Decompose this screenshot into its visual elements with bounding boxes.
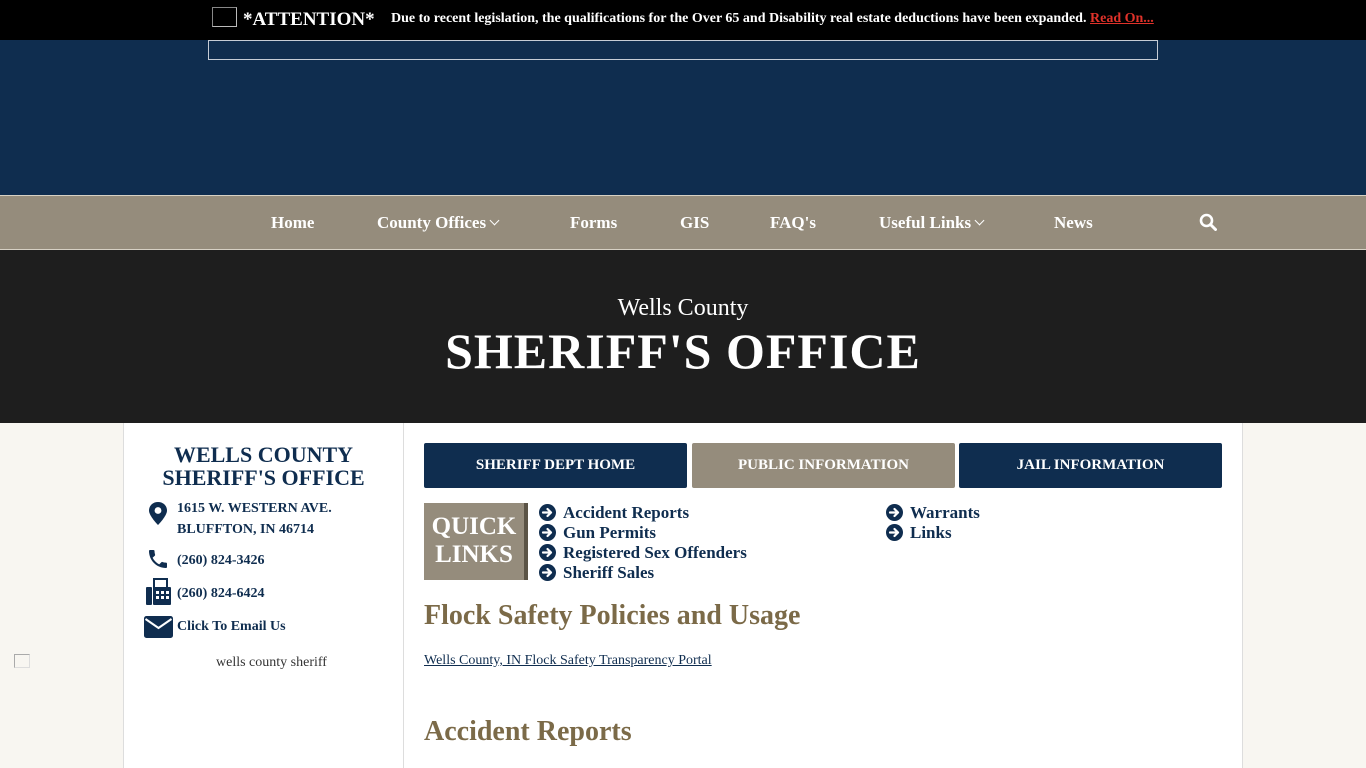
arrow-circle-right-icon	[539, 564, 556, 581]
nav-gis[interactable]: GIS	[680, 213, 709, 233]
quick-link-links[interactable]: Links	[886, 523, 952, 543]
envelope-icon	[144, 616, 173, 638]
arrow-circle-right-icon	[886, 524, 903, 541]
address: 1615 W. WESTERN AVE. BLUFFTON, IN 46714	[177, 501, 332, 537]
chevron-down-icon	[489, 215, 500, 226]
email-link[interactable]: Click To Email Us	[177, 616, 286, 637]
nav-faqs[interactable]: FAQ's	[770, 213, 816, 233]
attention-message: Due to recent legislation, the qualifica…	[391, 11, 1087, 26]
tab-public-information[interactable]: PUBLIC INFORMATION	[692, 443, 955, 488]
quick-link-gun-permits[interactable]: Gun Permits	[539, 523, 656, 543]
contact-sidebar: WELLS COUNTY SHERIFF'S OFFICE 1615 W. WE…	[123, 423, 404, 768]
map-marker-icon	[149, 502, 167, 525]
quick-link-registered-sex-offenders[interactable]: Registered Sex Offenders	[539, 543, 747, 563]
read-on-link[interactable]: Read On...	[1090, 11, 1154, 27]
hero-subtitle: Wells County	[617, 295, 749, 321]
nav-home[interactable]: Home	[271, 213, 314, 233]
quick-link-sheriff-sales[interactable]: Sheriff Sales	[539, 563, 654, 583]
sidebar-title: WELLS COUNTY SHERIFF'S OFFICE	[162, 442, 365, 490]
arrow-circle-right-icon	[886, 504, 903, 521]
page-hero: Wells County SHERIFF'S OFFICE	[0, 250, 1366, 423]
arrow-circle-right-icon	[539, 504, 556, 521]
arrow-circle-right-icon	[539, 544, 556, 561]
phone-icon	[149, 550, 167, 568]
quick-link-accident-reports[interactable]: Accident Reports	[539, 503, 689, 523]
header-banner	[0, 40, 1366, 195]
main-nav: Home County Offices Forms GIS FAQ's Usef…	[0, 195, 1366, 250]
banner-image	[208, 40, 1158, 60]
page-title: SHERIFF'S OFFICE	[445, 323, 921, 379]
nav-news[interactable]: News	[1054, 213, 1093, 233]
nav-forms[interactable]: Forms	[570, 213, 617, 233]
quick-link-warrants[interactable]: Warrants	[886, 503, 980, 523]
main-content: SHERIFF DEPT HOME PUBLIC INFORMATION JAI…	[404, 423, 1243, 768]
side-image	[14, 654, 30, 668]
section-title-accident-reports: Accident Reports	[424, 716, 632, 747]
section-title-flock-safety: Flock Safety Policies and Usage	[424, 600, 801, 631]
tab-jail-information[interactable]: JAIL INFORMATION	[959, 443, 1222, 488]
attention-image	[212, 7, 237, 27]
chevron-down-icon	[974, 215, 985, 226]
nav-county-offices[interactable]: County Offices	[377, 213, 500, 233]
phone-number[interactable]: (260) 824-3426	[177, 550, 265, 571]
nav-useful-links[interactable]: Useful Links	[879, 213, 985, 233]
flock-safety-portal-link[interactable]: Wells County, IN Flock Safety Transparen…	[424, 653, 712, 669]
attention-bar: *ATTENTION* Due to recent legislation, t…	[0, 0, 1366, 40]
fax-icon	[146, 578, 171, 605]
attention-title: *ATTENTION*	[243, 9, 375, 30]
tab-sheriff-dept-home[interactable]: SHERIFF DEPT HOME	[424, 443, 687, 488]
search-icon[interactable]	[1199, 213, 1217, 231]
arrow-circle-right-icon	[539, 524, 556, 541]
sheriff-image-alt: wells county sheriff	[216, 655, 327, 670]
quick-links-heading: QUICK LINKS	[424, 503, 528, 580]
fax-number: (260) 824-6424	[177, 586, 265, 601]
